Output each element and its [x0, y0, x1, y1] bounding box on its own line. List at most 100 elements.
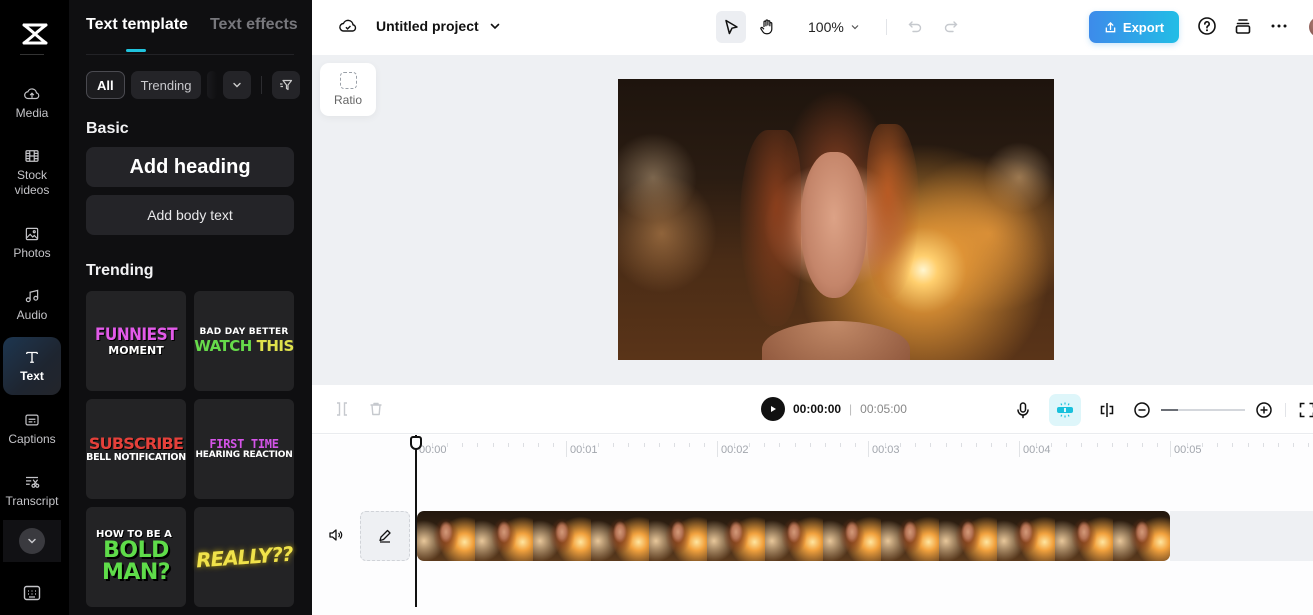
filter-expand-button[interactable]: [223, 71, 252, 99]
ruler-major-tick: [566, 441, 567, 457]
slider-fill: [1161, 409, 1178, 411]
split-icon[interactable]: [334, 401, 350, 417]
clip-thumbnail-frame: [417, 511, 475, 561]
user-avatar[interactable]: [1309, 17, 1313, 37]
ruler-minor-tick: [915, 443, 917, 447]
rail-item-label: Audio: [16, 308, 48, 322]
rail-more-button[interactable]: [3, 520, 61, 562]
ruler-minor-tick: [1217, 443, 1219, 447]
chevron-down-icon: [233, 82, 242, 88]
tab-text-effects[interactable]: Text effects: [210, 16, 298, 34]
zoom-level: 100%: [808, 19, 844, 35]
ratio-icon: [339, 72, 357, 89]
rail-item-audio[interactable]: Audio: [3, 282, 61, 328]
hand-icon: [760, 19, 773, 35]
play-button[interactable]: [761, 397, 785, 421]
template-grid: FUNNIEST MOMENT BAD DAY BETTER WATCH THI…: [86, 291, 294, 607]
chevron-down-icon[interactable]: [489, 20, 501, 32]
capcut-logo[interactable]: [0, 14, 69, 54]
edit-cover-button[interactable]: [360, 511, 410, 561]
ruler-minor-tick: [975, 443, 977, 447]
mute-track-button[interactable]: [328, 527, 344, 548]
preview-image-detail: [801, 152, 867, 299]
text-icon: [26, 351, 38, 363]
clip-thumbnail-frame: [997, 511, 1055, 561]
ruler-minor-tick: [1005, 443, 1007, 447]
ratio-button[interactable]: Ratio: [320, 63, 376, 116]
film-icon: [25, 149, 39, 162]
toolbar-divider: [885, 19, 887, 35]
undo-icon[interactable]: [907, 19, 923, 35]
snap-icon: [1057, 402, 1073, 418]
record-voiceover-button[interactable]: [1007, 394, 1039, 426]
template-funniest-moment[interactable]: FUNNIEST MOMENT: [86, 291, 186, 391]
keyboard-icon: [23, 585, 41, 601]
rail-item-text[interactable]: Text: [3, 337, 61, 395]
hand-tool-button[interactable]: [752, 11, 782, 43]
ruler-minor-tick: [854, 443, 856, 447]
zoom-in-icon[interactable]: [1255, 401, 1273, 419]
help-icon[interactable]: [1197, 16, 1217, 36]
filter-all[interactable]: All: [86, 71, 125, 99]
ruler-minor-tick: [945, 443, 947, 447]
add-heading-button[interactable]: Add heading: [86, 147, 294, 187]
video-clip[interactable]: [417, 511, 1170, 561]
template-first-time[interactable]: FIRST TIME HEARING REACTION: [194, 399, 294, 499]
more-options-icon[interactable]: [1269, 16, 1289, 36]
play-icon: [771, 406, 776, 412]
ruler-minor-tick: [764, 443, 766, 447]
rail-item-photos[interactable]: Photos: [3, 220, 61, 266]
template-text-green: WATCH: [194, 337, 252, 355]
tab-divider: [86, 54, 294, 55]
template-bold-man[interactable]: HOW TO BE A BOLD MAN?: [86, 507, 186, 607]
timeline-zoom-slider[interactable]: [1161, 409, 1245, 411]
redo-icon[interactable]: [943, 19, 959, 35]
zoom-out-icon[interactable]: [1133, 401, 1151, 419]
text-panel: Text template Text effects All Trending …: [69, 0, 312, 615]
split-view-button[interactable]: [1091, 394, 1123, 426]
magnetic-snap-toggle[interactable]: [1049, 394, 1081, 426]
clip-thumbnail-frame: [475, 511, 533, 561]
rail-item-label: Stock videos: [14, 167, 50, 197]
logo-divider: [20, 54, 44, 55]
music-note-icon: [25, 289, 39, 303]
template-subscribe[interactable]: SUBSCRIBE BELL NOTIFICATION: [86, 399, 186, 499]
ruler-minor-tick: [1187, 443, 1189, 447]
delete-icon[interactable]: [368, 401, 384, 417]
stack-icon[interactable]: [1233, 16, 1253, 36]
time-ruler[interactable]: 00:00 00:01 00:02 00:03 00:04 00:05: [312, 435, 1313, 463]
template-text: BELL NOTIFICATION: [86, 451, 186, 463]
ruler-minor-tick: [1111, 443, 1113, 447]
rail-item-transcript[interactable]: Transcript: [3, 468, 61, 514]
keyboard-shortcuts-button[interactable]: [0, 585, 64, 601]
ruler-major-tick: [1170, 441, 1171, 457]
playhead-handle[interactable]: [410, 436, 422, 450]
select-tool-button[interactable]: [716, 11, 746, 43]
ruler-minor-tick: [688, 443, 690, 447]
clip-thumbnail-frame: [533, 511, 591, 561]
rail-item-media[interactable]: Media: [3, 80, 61, 126]
ruler-minor-tick: [1066, 443, 1068, 447]
top-right-actions: [1197, 16, 1289, 36]
ruler-minor-tick: [960, 443, 962, 447]
section-basic-title: Basic: [86, 120, 129, 137]
template-bad-day-better[interactable]: BAD DAY BETTER WATCH THIS: [194, 291, 294, 391]
rail-item-captions[interactable]: Captions: [3, 406, 61, 452]
video-preview[interactable]: [618, 79, 1054, 360]
fullscreen-icon[interactable]: [1298, 401, 1313, 419]
image-icon: [25, 227, 39, 241]
template-really[interactable]: REALLY??: [194, 507, 294, 607]
tab-text-template[interactable]: Text template: [86, 16, 188, 34]
zoom-level-dropdown[interactable]: 100%: [808, 19, 860, 35]
add-body-text-button[interactable]: Add body text: [86, 195, 294, 235]
filter-bar: All Trending: [86, 71, 301, 99]
rail-item-stock-videos[interactable]: Stock videos: [3, 142, 61, 202]
clip-thumbnail-frame: [939, 511, 997, 561]
filter-button[interactable]: [272, 71, 301, 99]
export-button[interactable]: Export: [1089, 11, 1179, 43]
ruler-minor-tick: [1307, 443, 1309, 447]
ruler-minor-tick: [1141, 443, 1143, 447]
project-name[interactable]: Untitled project: [376, 18, 479, 34]
ruler-minor-tick: [522, 443, 524, 447]
filter-trending[interactable]: Trending: [130, 71, 202, 99]
